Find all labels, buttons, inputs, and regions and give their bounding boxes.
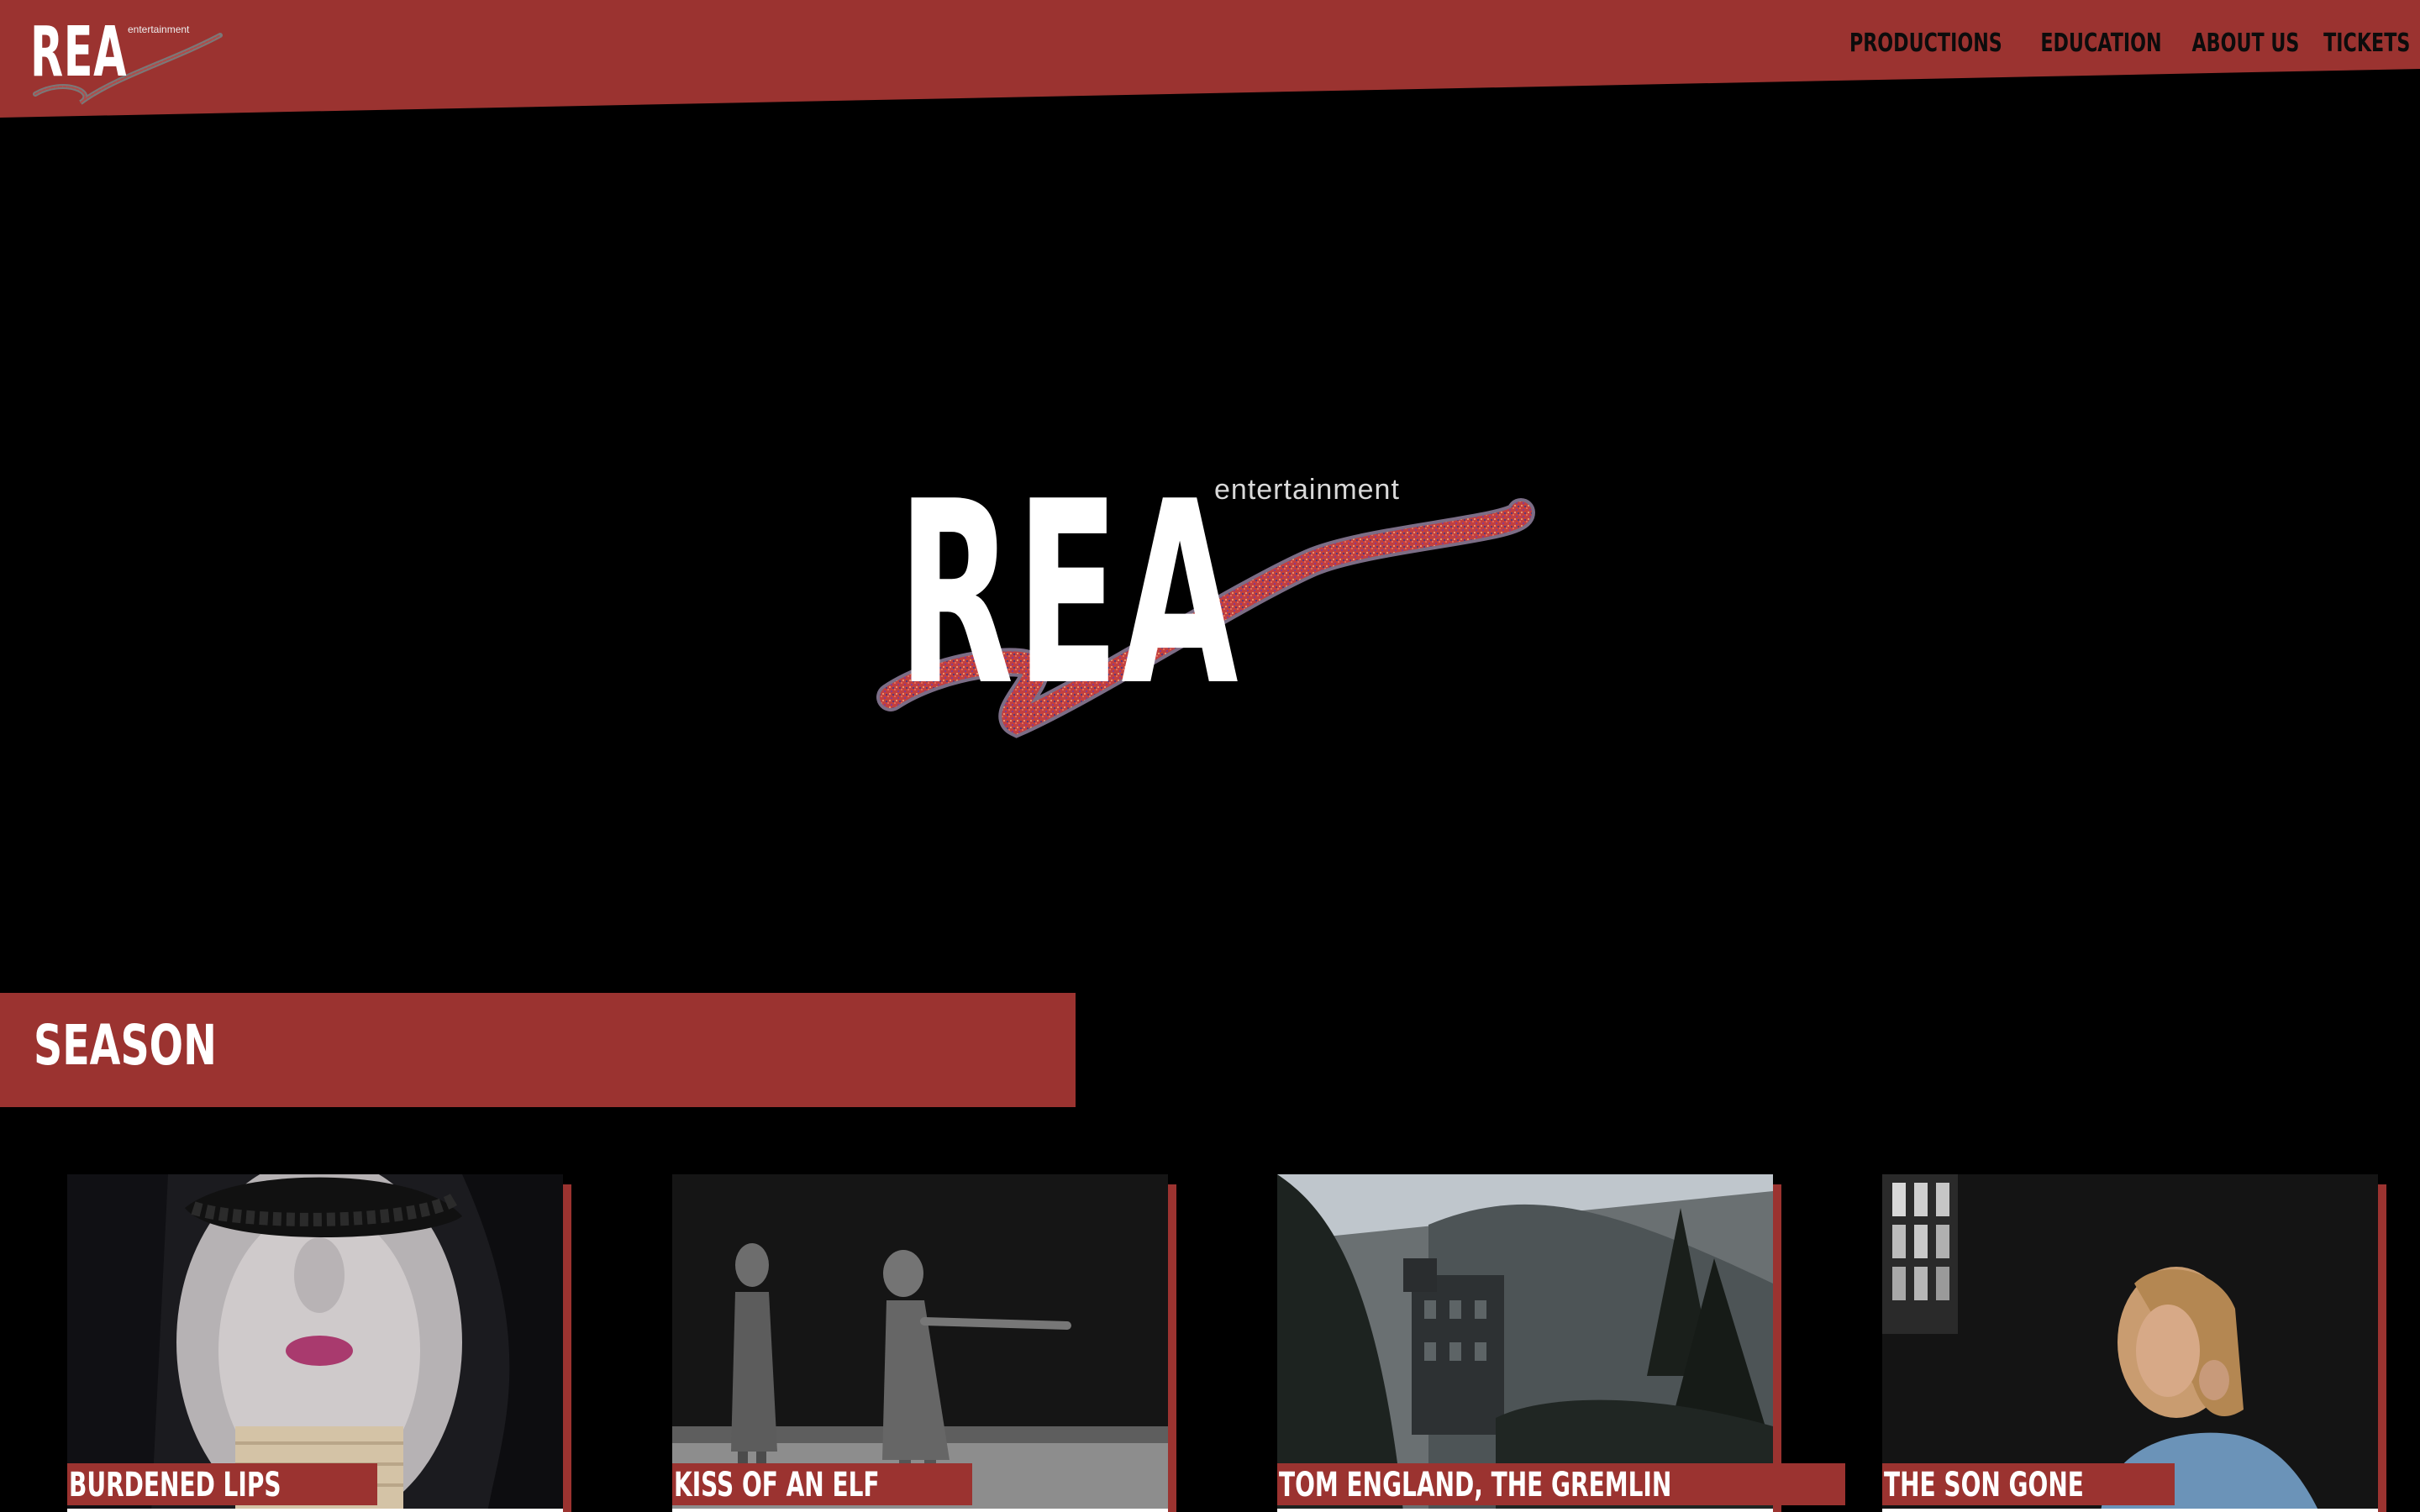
castle-forest-photo [1277,1174,1773,1512]
production-card-tom-england[interactable]: TOM ENGLAND, THE GREMLIN [1277,1174,1845,1512]
header-logo[interactable]: REA entertainment [30,18,232,111]
card-title-tag: TOM ENGLAND, THE GREMLIN [1277,1463,1845,1505]
card-divider [67,1509,563,1512]
card-divider [1882,1509,2378,1512]
header-logo-tagline: entertainment [128,24,190,35]
card-divider [672,1509,1168,1512]
card-accent [2378,1184,2386,1512]
woman-by-window-photo [1882,1174,2378,1512]
hero-logo-wordmark: REA [897,448,1241,741]
nav-productions[interactable]: PRODUCTIONS [1849,25,2002,62]
nav-tickets[interactable]: TICKETS [2323,25,2410,62]
card-accent [563,1184,571,1512]
season-title: SEASON [34,1013,217,1078]
production-card-the-son-gone[interactable]: THE SON GONE [1882,1174,2386,1512]
nav-education[interactable]: EDUCATION [2040,25,2161,62]
card-title: KISS OF AN ELF [674,1466,880,1504]
card-title: BURDENED LIPS [69,1466,281,1504]
hero-logo: REA entertainment [874,454,1546,773]
site-header: REA entertainment PRODUCTIONS EDUCATION … [0,0,2420,118]
card-title-tag: BURDENED LIPS [67,1463,377,1505]
season-header: SEASON [0,993,1076,1107]
nav-about-us[interactable]: ABOUT US [2191,25,2299,62]
card-title: TOM ENGLAND, THE GREMLIN [1279,1466,1672,1504]
card-title-tag: KISS OF AN ELF [672,1463,973,1505]
card-title: THE SON GONE [1884,1466,2084,1504]
header-logo-wordmark: REA [30,13,128,92]
production-card-kiss-of-an-elf[interactable]: KISS OF AN ELF [672,1174,1176,1512]
card-accent [1168,1184,1176,1512]
dancers-photo [672,1174,1168,1512]
hero-logo-tagline: entertainment [1214,474,1400,506]
production-card-burdened-lips[interactable]: BURDENED LIPS [67,1174,571,1512]
card-title-tag: THE SON GONE [1882,1463,2175,1505]
main-nav: PRODUCTIONS EDUCATION ABOUT US TICKETS [1844,25,2410,62]
card-divider [1277,1509,1773,1512]
page: REA entertainment PRODUCTIONS EDUCATION … [0,0,2420,1512]
masked-woman-photo [67,1174,563,1512]
